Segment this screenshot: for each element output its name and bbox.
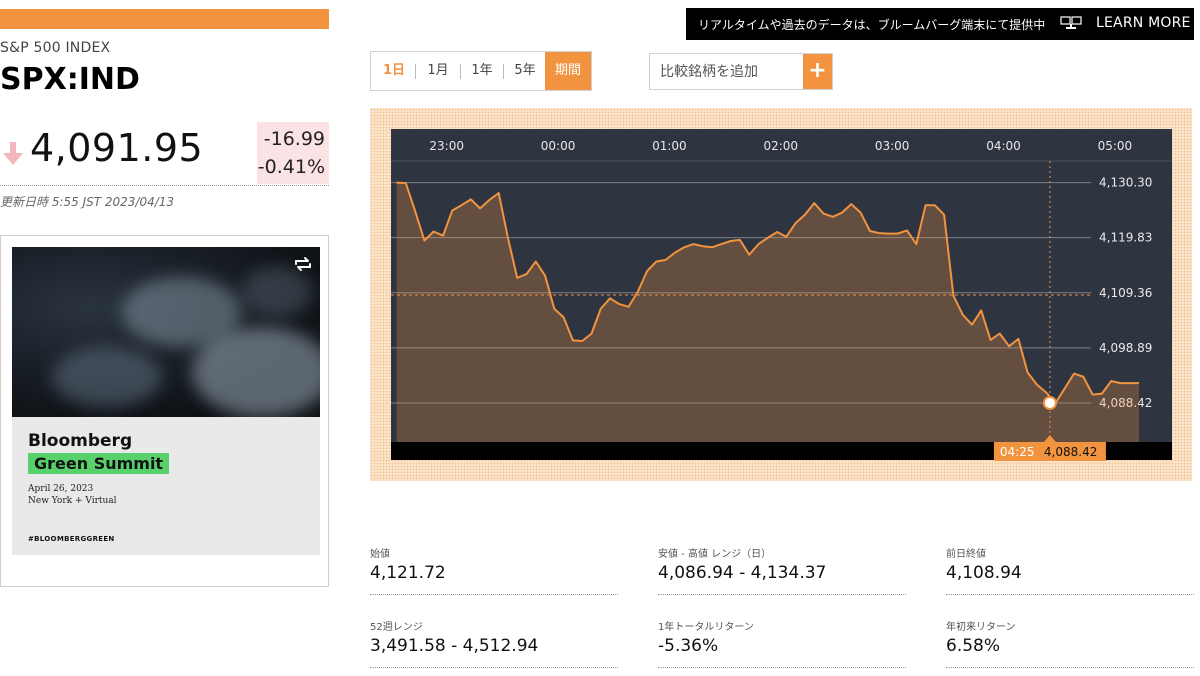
tab-1-day[interactable]: 1日 bbox=[375, 52, 413, 90]
index-name: S&P 500 INDEX bbox=[0, 40, 111, 56]
ad-earth-image bbox=[12, 247, 320, 417]
stat-value: 3,491.58 - 4,512.94 bbox=[370, 636, 539, 656]
stat-value: 4,086.94 - 4,134.37 bbox=[658, 563, 827, 583]
ad-hashtag: #BLOOMBERGGREEN bbox=[28, 535, 115, 543]
price-chart[interactable]: 23:00 00:00 01:00 02:00 03:00 04:00 05:00 4,130… bbox=[370, 108, 1192, 481]
learn-more-link[interactable]: LEARN MORE bbox=[1096, 15, 1191, 31]
stat-value: 6.58% bbox=[946, 636, 1001, 656]
replay-icon[interactable] bbox=[292, 253, 314, 275]
y-tick-label: 4,098.89 bbox=[1099, 341, 1152, 355]
change-absolute: -16.99 bbox=[263, 128, 325, 150]
x-tick-label: 00:00 bbox=[541, 139, 576, 153]
y-tick-label: 4,130.30 bbox=[1099, 176, 1152, 190]
stat-52wk-range: 52週レンジ 3,491.58 - 4,512.94 bbox=[370, 618, 618, 668]
stat-open: 始値 4,121.72 bbox=[370, 545, 618, 595]
stat-value: -5.36% bbox=[658, 636, 719, 656]
x-tick-label: 04:00 bbox=[986, 139, 1021, 153]
tab-period[interactable]: 期間 bbox=[545, 52, 591, 90]
stat-label: 1年トータルリターン bbox=[658, 622, 754, 633]
updated-timestamp: 更新日時 5:55 JST 2023/04/13 bbox=[0, 195, 175, 209]
stat-value: 4,108.94 bbox=[946, 563, 1022, 583]
stat-label: 安値 - 高値 レンジ（日） bbox=[658, 549, 772, 560]
x-tick-label: 05:00 bbox=[1098, 139, 1133, 153]
stat-value: 4,121.72 bbox=[370, 563, 446, 583]
compare-input[interactable] bbox=[650, 54, 804, 89]
stat-label: 52週レンジ bbox=[370, 622, 423, 633]
stat-label: 前日終値 bbox=[946, 549, 986, 560]
arrow-down-icon bbox=[3, 142, 23, 165]
advertisement[interactable]: Bloomberg Green Summit April 26, 2023 Ne… bbox=[0, 235, 329, 587]
terminal-icon bbox=[1060, 16, 1082, 29]
tab-1-month[interactable]: 1月 bbox=[418, 52, 458, 90]
change-percent: -0.41% bbox=[257, 156, 325, 178]
ad-brand: Bloomberg bbox=[28, 431, 133, 451]
y-tick-label: 4,109.36 bbox=[1099, 286, 1152, 300]
stat-prev-close: 前日終値 4,108.94 bbox=[946, 545, 1194, 595]
plus-icon[interactable]: + bbox=[803, 54, 832, 89]
ad-event-name: Green Summit bbox=[28, 453, 170, 474]
tab-1-year[interactable]: 1年 bbox=[463, 52, 501, 90]
price-row: 4,091.95 -16.99 -0.41% bbox=[0, 120, 329, 186]
crosshair-point bbox=[1042, 395, 1057, 410]
change-badge: -16.99 -0.41% bbox=[257, 122, 329, 184]
terminal-promo-bar[interactable]: リアルタイムや過去のデータは、ブルームバーグ端末にて提供中 LEARN MORE bbox=[686, 8, 1194, 40]
compare-search: + bbox=[649, 53, 833, 90]
stat-ytd-return: 年初来リターン 6.58% bbox=[946, 618, 1194, 668]
x-tick-label: 03:00 bbox=[875, 139, 910, 153]
tooltip-time: 04:25 bbox=[1000, 445, 1035, 459]
ad-location: New York + Virtual bbox=[28, 496, 117, 506]
ad-caption: Bloomberg Green Summit April 26, 2023 Ne… bbox=[12, 417, 320, 555]
ticker-symbol: SPX:IND bbox=[0, 62, 140, 97]
stat-1yr-return: 1年トータルリターン -5.36% bbox=[658, 618, 906, 668]
y-tick-label: 4,119.83 bbox=[1099, 231, 1152, 245]
tab-5-year[interactable]: 5年 bbox=[506, 52, 544, 90]
stat-label: 年初来リターン bbox=[946, 622, 1016, 633]
stat-day-range: 安値 - 高値 レンジ（日） 4,086.94 - 4,134.37 bbox=[658, 545, 906, 595]
tooltip-value: 4,088.42 bbox=[1044, 445, 1097, 459]
promo-text: リアルタイムや過去のデータは、ブルームバーグ端末にて提供中 bbox=[698, 18, 1046, 32]
ad-date: April 26, 2023 bbox=[28, 484, 94, 494]
stat-label: 始値 bbox=[370, 549, 390, 560]
header-accent-bar bbox=[0, 9, 329, 29]
x-tick-label: 01:00 bbox=[652, 139, 687, 153]
range-tabs: 1日 1月 1年 5年 期間 bbox=[370, 51, 592, 91]
price-chart-svg: 23:00 00:00 01:00 02:00 03:00 04:00 05:00 4,130… bbox=[391, 129, 1172, 461]
x-tick-label: 23:00 bbox=[429, 139, 464, 153]
x-tick-label: 02:00 bbox=[763, 139, 798, 153]
last-price: 4,091.95 bbox=[30, 126, 204, 170]
